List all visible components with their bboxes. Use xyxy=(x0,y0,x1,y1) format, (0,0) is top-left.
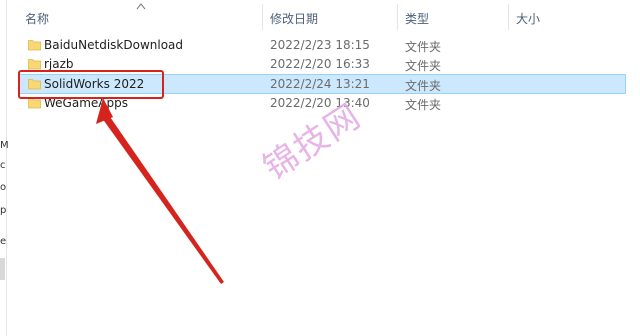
arrow-shaft xyxy=(102,114,224,284)
red-arrow-annotation xyxy=(96,98,224,284)
